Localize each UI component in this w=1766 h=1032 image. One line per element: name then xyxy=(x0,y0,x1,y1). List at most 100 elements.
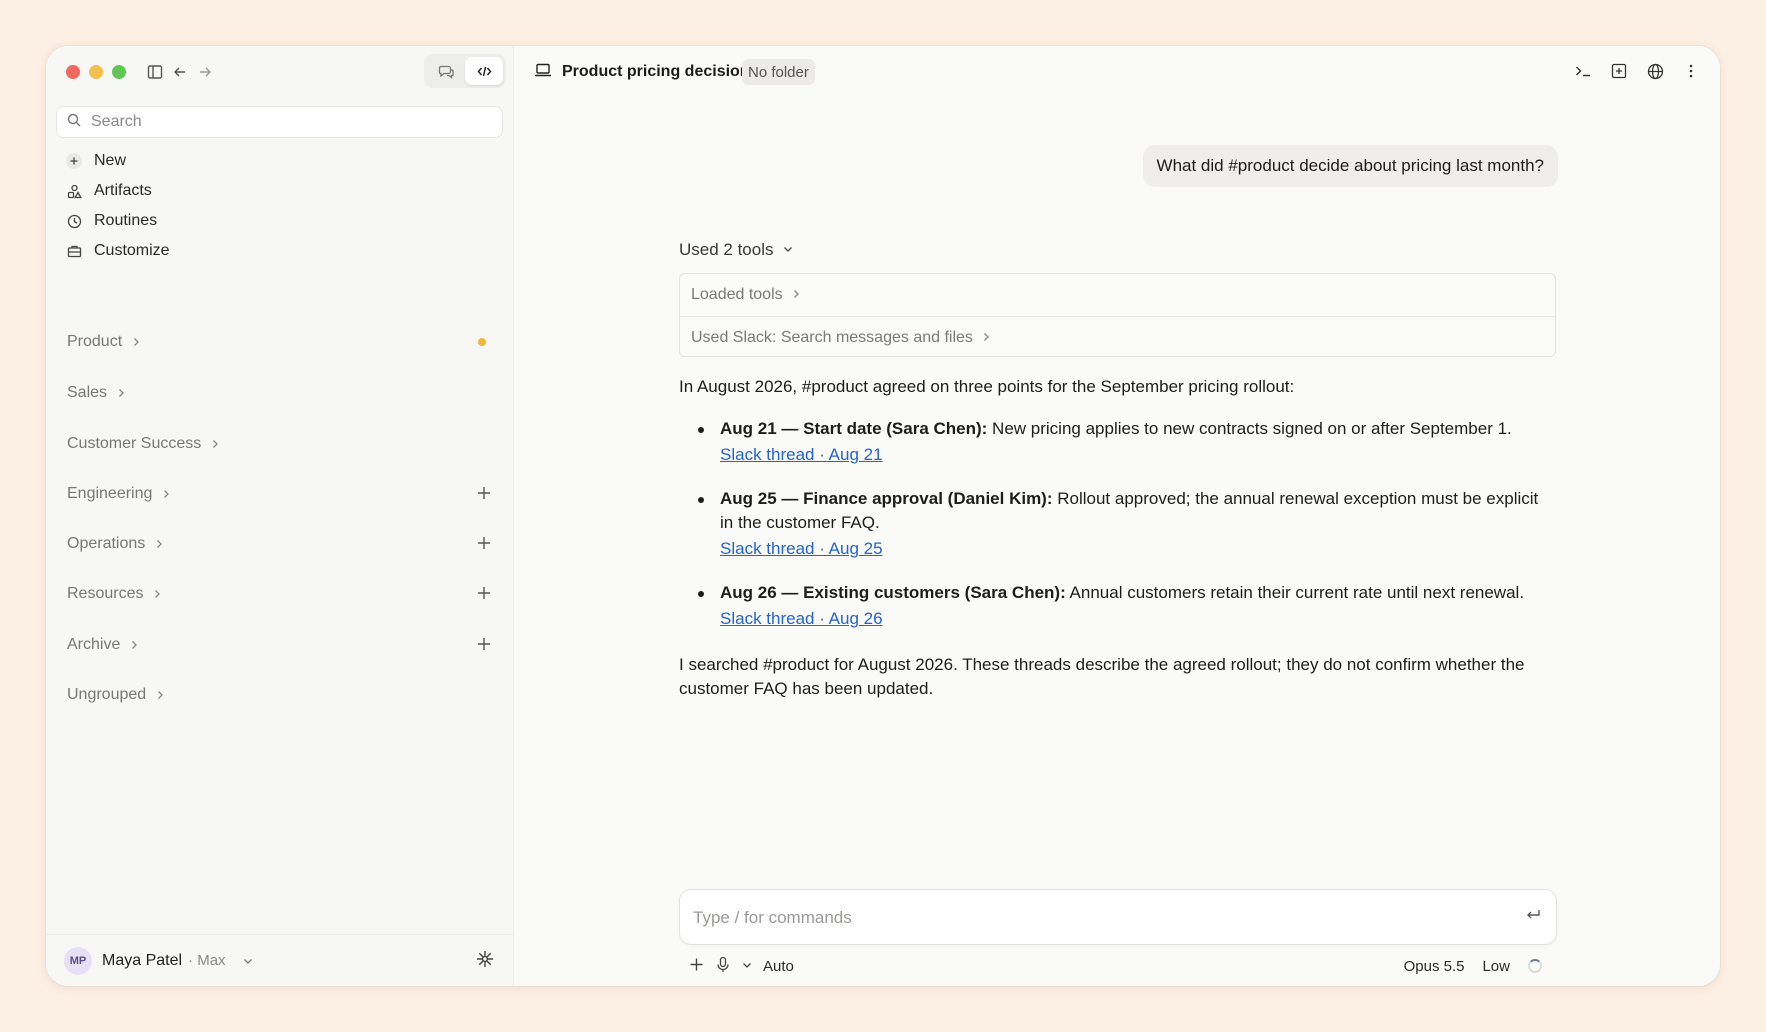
code-mode-icon[interactable] xyxy=(465,57,503,85)
nav-label: Routines xyxy=(94,212,158,229)
tool-row-slack-search[interactable]: Used Slack: Search messages and files xyxy=(680,316,1555,358)
sparkle-icon[interactable] xyxy=(475,949,495,974)
main-panel: Product pricing decision No folder What … xyxy=(514,46,1720,986)
search-placeholder: Search xyxy=(91,113,142,130)
tool-row-loaded-tools[interactable]: Loaded tools xyxy=(680,274,1555,316)
close-window-button[interactable] xyxy=(66,65,80,79)
group-label: Sales xyxy=(67,384,108,401)
mode-toggle xyxy=(424,54,506,88)
user-name[interactable]: Maya Patel xyxy=(102,952,182,970)
chevron-down-icon[interactable] xyxy=(242,955,254,967)
unread-dot xyxy=(478,338,486,346)
group-label: Archive xyxy=(67,636,121,653)
slack-thread-link[interactable]: Slack thread · Aug 25 xyxy=(720,537,1556,561)
chevron-down-icon xyxy=(782,240,794,260)
chevron-down-icon[interactable] xyxy=(741,958,753,975)
app-window: Search New Artifacts Routines Customize … xyxy=(46,46,1720,986)
folder-badge[interactable]: No folder xyxy=(742,59,815,85)
point-heading: Aug 25 — Finance approval (Daniel Kim): xyxy=(720,489,1053,508)
avatar[interactable]: MP xyxy=(64,946,92,975)
attach-plus-icon[interactable] xyxy=(688,956,705,977)
tool-label: Loaded tools xyxy=(691,286,783,303)
loading-spinner-icon xyxy=(1528,959,1542,973)
clock-icon xyxy=(66,213,82,229)
nav-artifacts[interactable]: Artifacts xyxy=(66,176,170,206)
slack-thread-link[interactable]: Slack thread · Aug 21 xyxy=(720,443,1556,467)
header-actions xyxy=(1572,60,1702,82)
globe-icon[interactable] xyxy=(1644,60,1666,82)
group-label: Engineering xyxy=(67,485,153,502)
tools-list: Loaded tools Used Slack: Search messages… xyxy=(679,273,1556,357)
laptop-icon xyxy=(534,62,552,83)
nav-label: New xyxy=(94,152,127,169)
tools-summary-toggle[interactable]: Used 2 tools xyxy=(679,240,794,260)
back-arrow-icon[interactable] xyxy=(168,60,192,84)
add-to-group-icon[interactable] xyxy=(475,584,493,607)
nav-label: Artifacts xyxy=(94,182,152,199)
nav-new[interactable]: New xyxy=(66,146,170,176)
tools-summary-label: Used 2 tools xyxy=(679,240,774,259)
group-operations[interactable]: Operations xyxy=(67,530,493,558)
answer-intro: In August 2026, #product agreed on three… xyxy=(679,377,1295,396)
search-icon xyxy=(67,113,81,132)
point-heading: Aug 26 — Existing customers (Sara Chen): xyxy=(720,583,1066,602)
chevron-right-icon xyxy=(154,539,164,549)
point-heading: Aug 21 — Start date (Sara Chen): xyxy=(720,419,988,438)
group-label: Resources xyxy=(67,585,144,602)
search-box[interactable]: Search xyxy=(56,106,503,138)
plus-icon xyxy=(66,153,82,169)
minimize-window-button[interactable] xyxy=(89,65,103,79)
sidebar-toggle-icon[interactable] xyxy=(143,60,167,84)
maximize-window-button[interactable] xyxy=(112,65,126,79)
new-window-icon[interactable] xyxy=(1608,60,1630,82)
forward-arrow-icon[interactable] xyxy=(193,60,217,84)
list-item: Aug 21 — Start date (Sara Chen): New pri… xyxy=(679,417,1556,467)
titlebar xyxy=(46,46,513,98)
group-label: Operations xyxy=(67,535,146,552)
slack-thread-link[interactable]: Slack thread · Aug 26 xyxy=(720,607,1556,631)
point-text: New pricing applies to new contracts sig… xyxy=(987,419,1512,438)
add-to-group-icon[interactable] xyxy=(475,484,493,507)
nav-routines[interactable]: Routines xyxy=(66,206,170,236)
nav-customize[interactable]: Customize xyxy=(66,236,170,266)
chevron-right-icon xyxy=(161,489,171,499)
group-label: Customer Success xyxy=(67,435,202,452)
chevron-right-icon xyxy=(152,589,162,599)
more-options-icon[interactable] xyxy=(1680,60,1702,82)
group-resources[interactable]: Resources xyxy=(67,580,493,608)
chevron-right-icon xyxy=(116,388,126,398)
add-to-group-icon[interactable] xyxy=(475,534,493,557)
chat-mode-icon[interactable] xyxy=(427,57,465,85)
answer-closing: I searched #product for August 2026. The… xyxy=(679,655,1525,698)
header: Product pricing decision No folder xyxy=(514,46,1720,98)
group-product[interactable]: Product xyxy=(67,328,493,356)
add-to-group-icon[interactable] xyxy=(475,635,493,658)
model-selector[interactable]: Opus 5.5 xyxy=(1404,958,1465,975)
point-text: Annual customers retain their current ra… xyxy=(1065,583,1525,602)
return-icon[interactable] xyxy=(1524,907,1542,928)
tool-label: Used Slack: Search messages and files xyxy=(691,328,973,346)
group-customer-success[interactable]: Customer Success xyxy=(67,430,493,458)
briefcase-icon xyxy=(66,243,82,259)
page-title: Product pricing decision xyxy=(562,63,750,80)
chevron-right-icon xyxy=(210,439,220,449)
group-ungrouped[interactable]: Ungrouped xyxy=(67,681,493,709)
sidebar-nav: New Artifacts Routines Customize xyxy=(66,146,170,266)
group-archive[interactable]: Archive xyxy=(67,631,493,659)
chevron-right-icon xyxy=(981,329,991,347)
chevron-right-icon xyxy=(155,690,165,700)
conversation-title[interactable]: Product pricing decision xyxy=(534,58,773,86)
effort-selector[interactable]: Low xyxy=(1482,958,1510,975)
list-item: Aug 26 — Existing customers (Sara Chen):… xyxy=(679,581,1556,631)
group-engineering[interactable]: Engineering xyxy=(67,480,493,508)
microphone-icon[interactable] xyxy=(715,956,731,977)
composer xyxy=(679,889,1557,945)
composer-toolbar: Auto Opus 5.5 Low xyxy=(688,953,1556,979)
message-input[interactable] xyxy=(693,904,1493,932)
terminal-icon[interactable] xyxy=(1572,60,1594,82)
chevron-right-icon xyxy=(131,337,141,347)
assistant-answer: In August 2026, #product agreed on three… xyxy=(679,375,1556,701)
nav-label: Customize xyxy=(94,242,170,259)
mode-selector[interactable]: Auto xyxy=(763,958,794,975)
group-sales[interactable]: Sales xyxy=(67,379,493,407)
